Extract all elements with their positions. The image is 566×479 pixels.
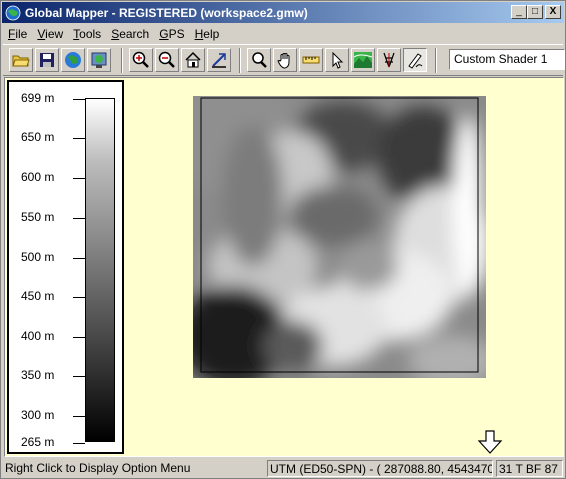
close-icon: X — [549, 6, 557, 17]
zoom-in-icon — [132, 51, 149, 68]
legend-label: 550 m — [21, 210, 55, 224]
maximize-button[interactable]: □ — [527, 5, 543, 19]
down-arrow-cursor-icon — [477, 430, 503, 454]
menu-bar: File View Tools Search GPS Help — [3, 24, 224, 43]
status-bar: Right Click to Display Option Menu UTM (… — [3, 459, 565, 478]
toolbar-separator — [435, 48, 437, 73]
legend-label: 350 m — [21, 368, 55, 382]
legend-tick — [73, 258, 85, 259]
window-title: Global Mapper - REGISTERED (workspace2.g… — [25, 5, 308, 20]
legend-tick — [73, 138, 85, 139]
digitizer-pen-icon — [408, 53, 423, 69]
legend-label: 300 m — [21, 408, 55, 422]
zoom-out-button[interactable] — [155, 48, 179, 72]
legend-tick — [73, 99, 85, 100]
status-coordinates: UTM (ED50-SPN) - ( 287088.80, 4543470.91… — [267, 460, 493, 477]
menu-help[interactable]: Help — [190, 27, 225, 41]
open-folder-icon — [12, 55, 30, 67]
legend-label: 450 m — [21, 289, 55, 303]
legend-label: 699 m — [21, 91, 55, 105]
menu-search[interactable]: Search — [106, 27, 154, 41]
zoom-tool-icon — [252, 52, 267, 68]
map-view[interactable]: 699 m 650 m 600 m 550 m 500 m 450 m 400 … — [4, 77, 564, 457]
pan-button[interactable] — [273, 48, 297, 72]
path-profile-icon — [383, 52, 395, 68]
menu-tools[interactable]: Tools — [68, 27, 106, 41]
export-icon — [91, 52, 107, 68]
global-mapper-app-icon — [5, 5, 21, 20]
measure-button[interactable] — [299, 48, 323, 72]
menu-file[interactable]: File — [3, 27, 32, 41]
zoom-tool-button[interactable] — [247, 48, 271, 72]
online-data-button[interactable] — [61, 48, 85, 72]
digitizer-button[interactable] — [403, 48, 427, 72]
3d-view-button[interactable] — [351, 48, 375, 72]
close-button[interactable]: X — [545, 5, 561, 19]
menu-gps[interactable]: GPS — [154, 27, 189, 41]
zoom-out-icon — [158, 51, 175, 68]
pan-hand-icon — [277, 53, 290, 69]
menu-view[interactable]: View — [32, 27, 68, 41]
minimize-icon: _ — [516, 6, 522, 17]
maximize-icon: □ — [531, 6, 539, 17]
elevation-raster — [193, 96, 486, 378]
legend-tick — [73, 218, 85, 219]
globe-icon — [65, 52, 81, 68]
legend-tick — [73, 443, 85, 444]
elevation-gradient-bar — [85, 98, 115, 442]
home-button[interactable] — [181, 48, 205, 72]
save-button[interactable] — [35, 48, 59, 72]
legend-tick — [73, 416, 85, 417]
legend-label: 500 m — [21, 250, 55, 264]
export-button[interactable] — [87, 48, 111, 72]
legend-tick — [73, 337, 85, 338]
legend-label: 600 m — [21, 170, 55, 184]
elevation-legend: 699 m 650 m 600 m 550 m 500 m 450 m 400 … — [7, 80, 124, 454]
full-view-button[interactable] — [207, 48, 231, 72]
save-disk-icon — [40, 53, 54, 67]
toolbar-separator — [121, 48, 123, 73]
home-icon — [185, 51, 201, 68]
title-bar[interactable]: Global Mapper - REGISTERED (workspace2.g… — [2, 2, 564, 23]
select-arrow-icon — [332, 51, 344, 69]
toolbar: Custom Shader 1 — [3, 44, 565, 76]
measure-ruler-icon — [302, 56, 320, 64]
open-button[interactable] — [9, 48, 33, 72]
path-profile-button[interactable] — [377, 48, 401, 72]
shader-select[interactable]: Custom Shader 1 — [449, 49, 565, 70]
main-window: Global Mapper - REGISTERED (workspace2.g… — [0, 0, 566, 479]
status-grid-ref: 31 T BF 87 — [496, 460, 563, 477]
3d-view-icon — [353, 52, 373, 68]
minimize-button[interactable]: _ — [511, 5, 527, 19]
legend-label: 400 m — [21, 329, 55, 343]
legend-tick — [73, 178, 85, 179]
legend-tick — [73, 376, 85, 377]
zoom-in-button[interactable] — [129, 48, 153, 72]
legend-tick — [73, 297, 85, 298]
select-button[interactable] — [325, 48, 349, 72]
toolbar-separator — [239, 48, 241, 73]
legend-label: 650 m — [21, 130, 55, 144]
legend-label: 265 m — [21, 435, 55, 449]
full-view-icon — [212, 53, 226, 68]
status-hint: Right Click to Display Option Menu — [5, 461, 191, 475]
